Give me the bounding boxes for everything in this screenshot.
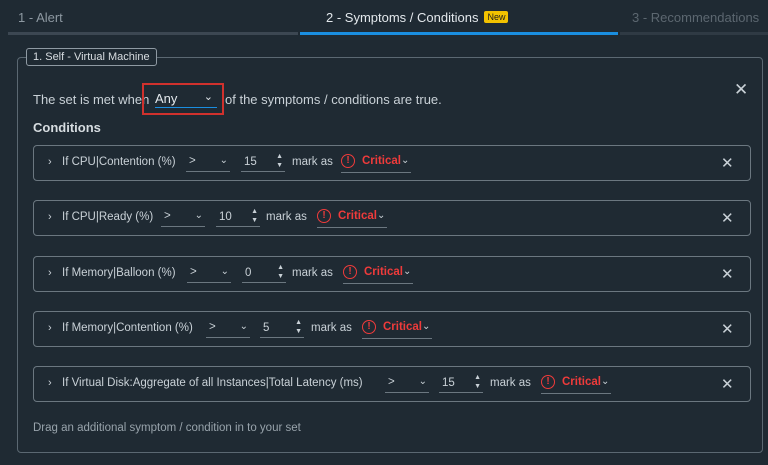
chevron-down-icon: ⌄	[377, 210, 386, 221]
condition-row: › If Memory|Balloon (%) > ⌄ 0 ▲ ▼ mark as !…	[33, 256, 751, 292]
severity-value: Critical	[362, 155, 401, 167]
condition-label: If Memory|Contention (%)	[62, 322, 193, 334]
severity-select[interactable]: ! Critical ⌄	[541, 375, 611, 394]
operator-value: >	[209, 321, 216, 333]
mark-as-label: mark as	[490, 377, 531, 389]
exclamation-circle-icon: !	[341, 154, 355, 168]
close-set-icon[interactable]: ✕	[734, 80, 748, 100]
severity-select[interactable]: ! Critical ⌄	[362, 320, 432, 339]
threshold-input[interactable]: 15 ▲ ▼	[439, 373, 483, 393]
threshold-input[interactable]: 10 ▲ ▼	[216, 207, 260, 227]
operator-value: >	[164, 210, 171, 222]
chevron-down-icon: ⌄	[601, 376, 610, 387]
close-icon[interactable]: ✕	[721, 209, 734, 227]
threshold-value: 15	[442, 377, 455, 389]
chevron-right-icon[interactable]: ›	[48, 211, 52, 223]
close-icon[interactable]: ✕	[721, 265, 734, 283]
stepper-icon[interactable]: ▲ ▼	[251, 207, 258, 225]
set-suffix: of the symptoms / conditions are true.	[225, 92, 442, 107]
step-underline-recommendations	[620, 32, 768, 35]
chevron-down-icon: ⌄	[418, 376, 427, 387]
close-icon[interactable]: ✕	[721, 375, 734, 393]
condition-row: › If Virtual Disk:Aggregate of all Insta…	[33, 366, 751, 402]
exclamation-circle-icon: !	[317, 209, 331, 223]
condition-row: › If CPU|Ready (%) > ⌄ 10 ▲ ▼ mark as ! Crit…	[33, 200, 751, 236]
condition-label: If Virtual Disk:Aggregate of all Instanc…	[62, 377, 363, 389]
chevron-down-icon: ⌄	[203, 91, 213, 103]
wizard-steps: 1 - Alert 2 - Symptoms / Conditions New 3…	[0, 0, 768, 35]
set-match-value: Any	[155, 91, 178, 106]
chevron-down-icon: ⌄	[401, 155, 410, 166]
panel-title: 1. Self - Virtual Machine	[26, 48, 157, 66]
mark-as-label: mark as	[292, 156, 333, 168]
operator-value: >	[190, 266, 197, 278]
severity-select[interactable]: ! Critical ⌄	[343, 265, 413, 284]
operator-select[interactable]: > ⌄	[385, 376, 429, 393]
threshold-value: 0	[245, 267, 252, 279]
condition-row: › If Memory|Contention (%) > ⌄ 5 ▲ ▼ mark a…	[33, 311, 751, 347]
condition-label: If CPU|Contention (%)	[62, 156, 176, 168]
conditions-heading: Conditions	[33, 120, 101, 135]
operator-select[interactable]: > ⌄	[187, 266, 231, 283]
close-icon[interactable]: ✕	[721, 320, 734, 338]
mark-as-label: mark as	[266, 211, 307, 223]
operator-value: >	[388, 376, 395, 388]
step-underline-alert	[8, 32, 298, 35]
condition-label: If CPU|Ready (%)	[62, 211, 154, 223]
threshold-value: 5	[263, 322, 270, 334]
stepper-icon[interactable]: ▲ ▼	[295, 318, 302, 336]
set-match-select[interactable]: Any ⌄	[155, 91, 217, 108]
stepper-icon[interactable]: ▲ ▼	[277, 263, 284, 281]
condition-row: › If CPU|Contention (%) > ⌄ 15 ▲ ▼ mark as …	[33, 145, 751, 181]
close-icon[interactable]: ✕	[721, 154, 734, 172]
set-condition-sentence: The set is met when of the symptoms / co…	[33, 92, 442, 107]
severity-value: Critical	[562, 376, 601, 388]
mark-as-label: mark as	[311, 322, 352, 334]
step-recommendations[interactable]: 3 - Recommendations	[632, 10, 759, 25]
severity-value: Critical	[338, 210, 377, 222]
step-symptoms-label: 2 - Symptoms / Conditions	[326, 10, 479, 25]
chevron-right-icon[interactable]: ›	[48, 267, 52, 279]
mark-as-label: mark as	[292, 267, 333, 279]
operator-select[interactable]: > ⌄	[186, 155, 230, 172]
operator-value: >	[189, 155, 196, 167]
chevron-right-icon[interactable]: ›	[48, 322, 52, 334]
drag-drop-hint: Drag an additional symptom / condition i…	[33, 422, 301, 434]
threshold-input[interactable]: 0 ▲ ▼	[242, 263, 286, 283]
stepper-icon[interactable]: ▲ ▼	[276, 152, 283, 170]
condition-label: If Memory|Balloon (%)	[62, 267, 176, 279]
stepper-icon[interactable]: ▲ ▼	[474, 373, 481, 391]
chevron-down-icon: ⌄	[219, 155, 228, 166]
set-prefix: The set is met when	[33, 92, 150, 107]
severity-value: Critical	[383, 321, 422, 333]
chevron-right-icon[interactable]: ›	[48, 156, 52, 168]
exclamation-circle-icon: !	[362, 320, 376, 334]
chevron-down-icon: ⌄	[422, 321, 431, 332]
new-badge: New	[484, 11, 509, 23]
chevron-down-icon: ⌄	[220, 266, 229, 277]
set-match-select-highlight: Any ⌄	[142, 83, 224, 115]
chevron-down-icon: ⌄	[194, 210, 203, 221]
operator-select[interactable]: > ⌄	[206, 321, 250, 338]
threshold-input[interactable]: 5 ▲ ▼	[260, 318, 304, 338]
step-underline-active	[300, 32, 618, 35]
threshold-value: 15	[244, 156, 257, 168]
severity-value: Critical	[364, 266, 403, 278]
threshold-input[interactable]: 15 ▲ ▼	[241, 152, 285, 172]
severity-select[interactable]: ! Critical ⌄	[341, 154, 411, 173]
step-symptoms-conditions[interactable]: 2 - Symptoms / Conditions New	[326, 10, 509, 25]
operator-select[interactable]: > ⌄	[161, 210, 205, 227]
chevron-down-icon: ⌄	[403, 266, 412, 277]
threshold-value: 10	[219, 211, 232, 223]
exclamation-circle-icon: !	[343, 265, 357, 279]
severity-select[interactable]: ! Critical ⌄	[317, 209, 387, 228]
step-alert[interactable]: 1 - Alert	[18, 10, 63, 25]
chevron-down-icon: ⌄	[239, 321, 248, 332]
chevron-right-icon[interactable]: ›	[48, 377, 52, 389]
exclamation-circle-icon: !	[541, 375, 555, 389]
